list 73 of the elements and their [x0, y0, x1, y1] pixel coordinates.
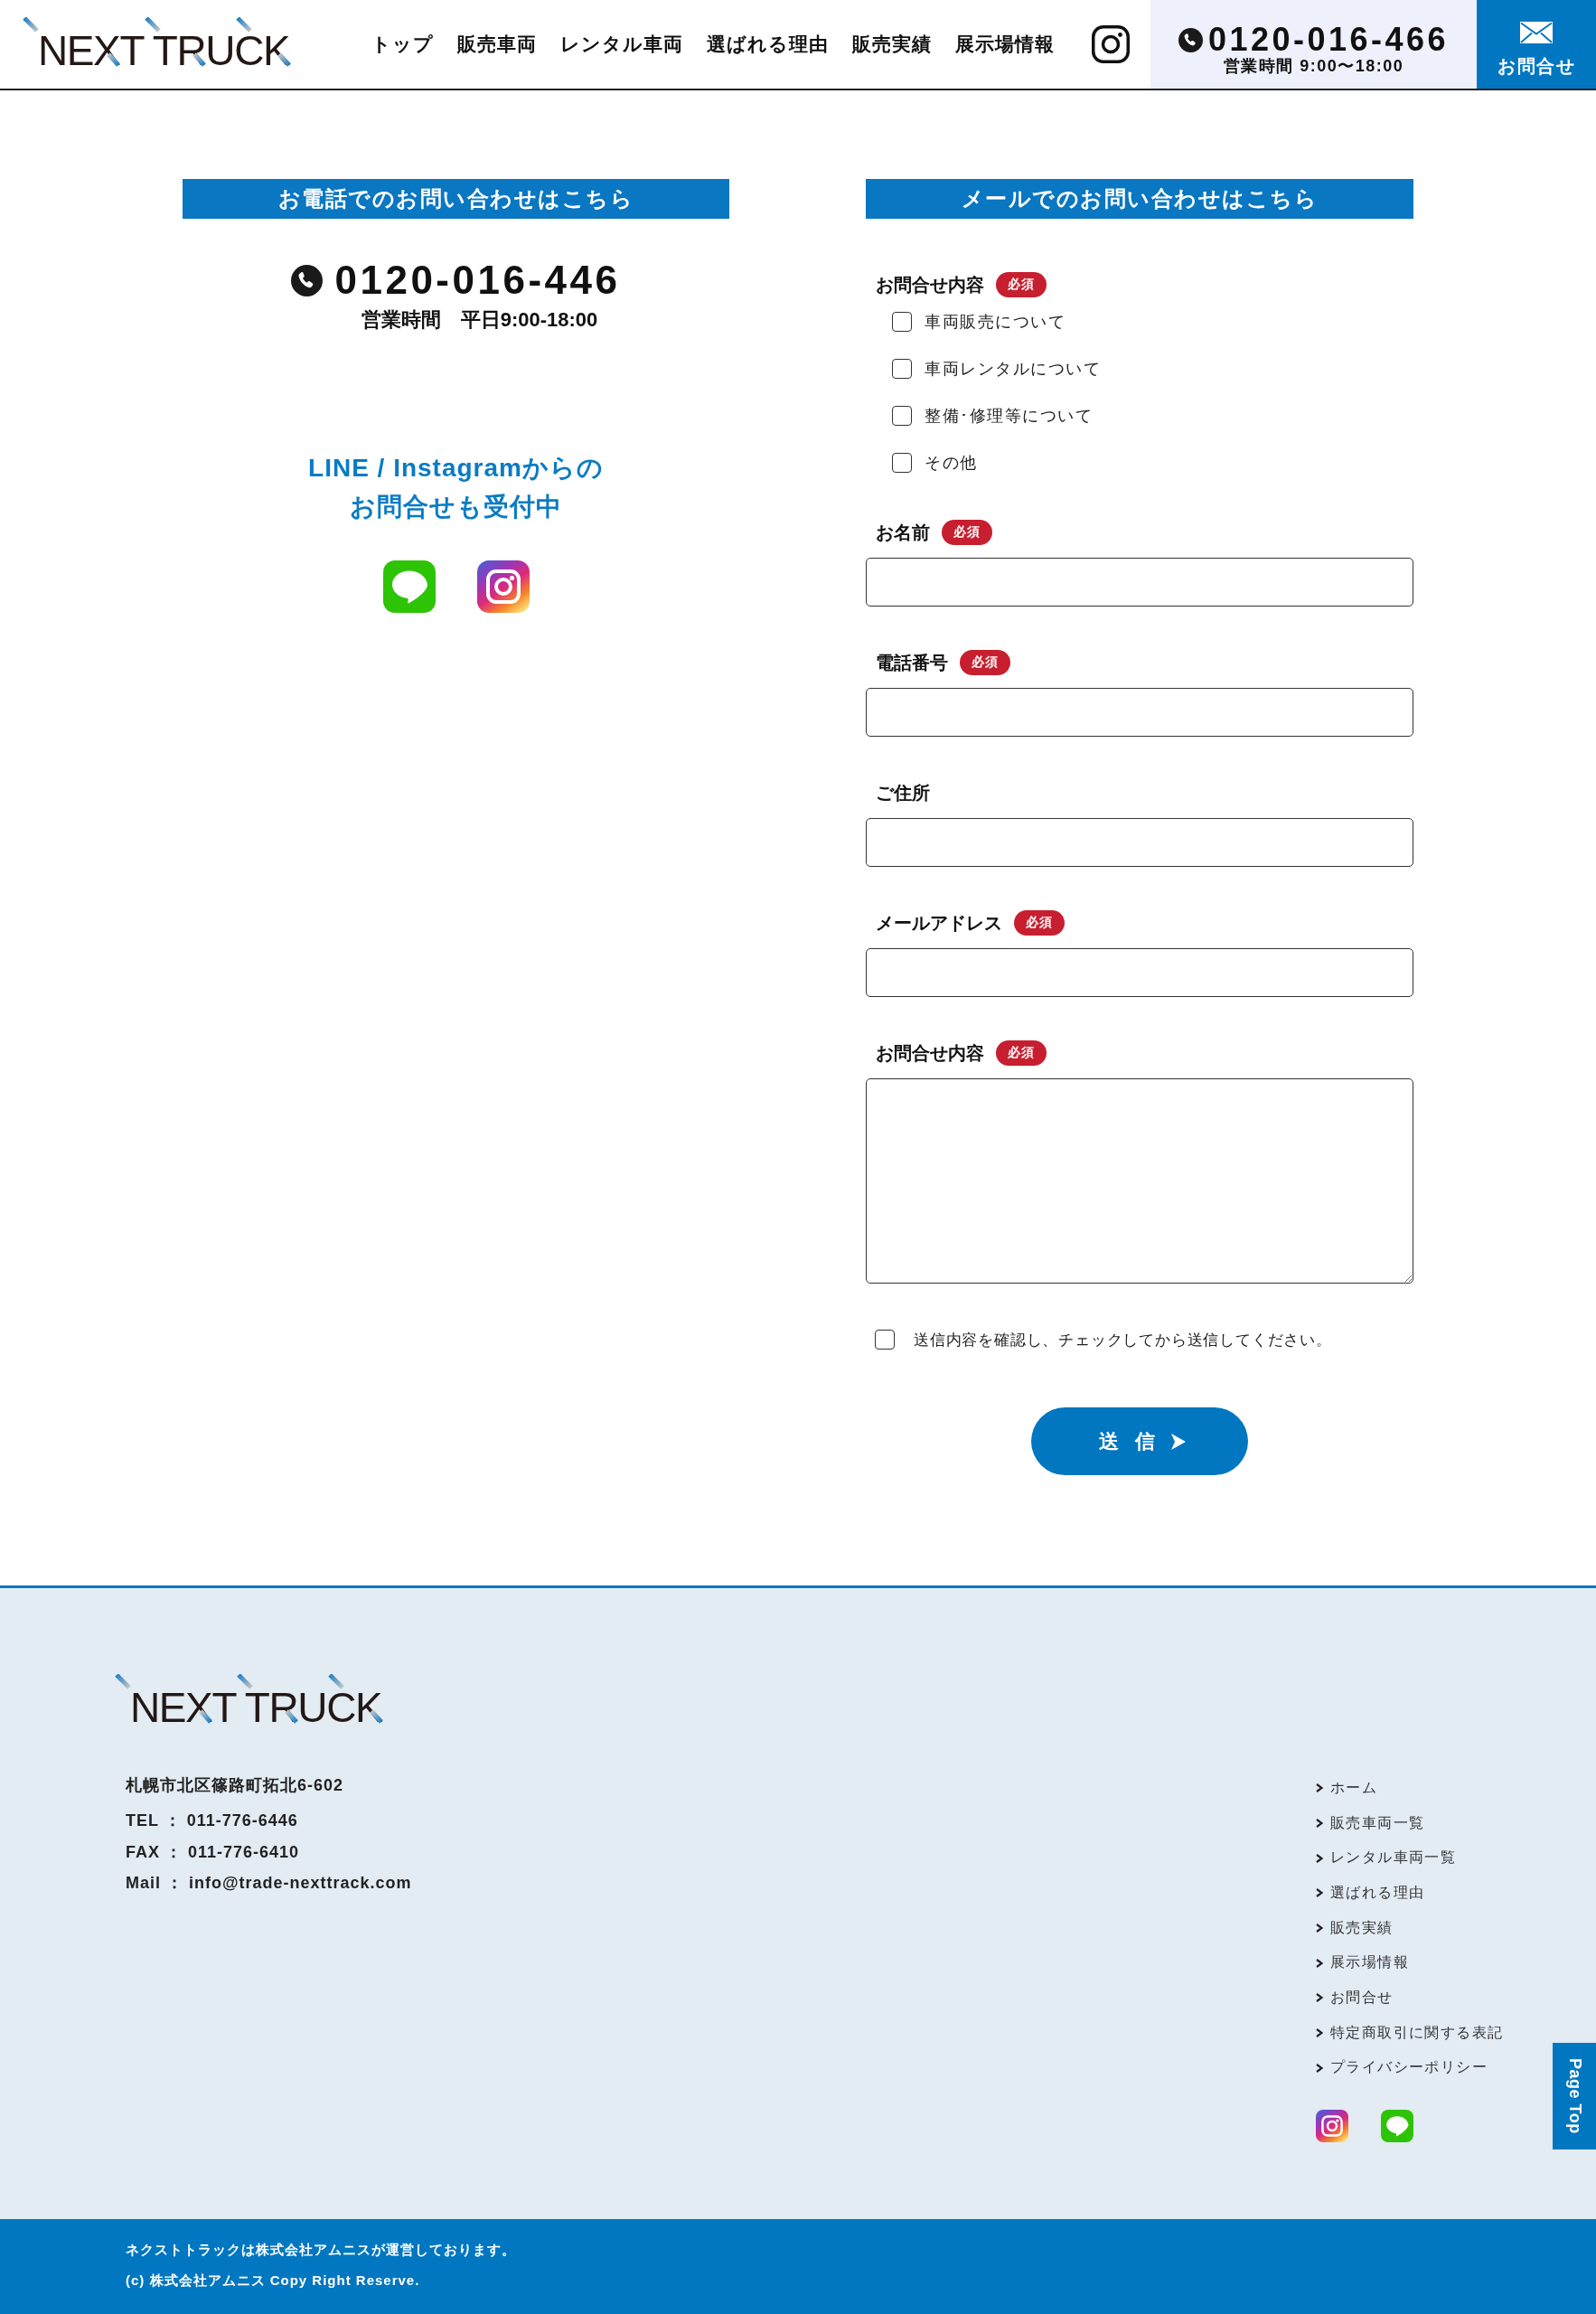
chevron-right-icon [1316, 1819, 1323, 1829]
field-label: メールアドレス [876, 911, 1002, 935]
nav-link[interactable]: トップ [371, 32, 434, 57]
checkbox[interactable] [892, 359, 912, 379]
instagram-icon[interactable] [476, 560, 530, 613]
footer-link[interactable]: お問合せ [1316, 1980, 1394, 2016]
contact-text: Mail ： info@trade-nexttrack.com [126, 1873, 412, 1894]
contact-button[interactable]: お問合せ [1477, 0, 1596, 89]
field-label: 電話番号 [876, 651, 948, 674]
footer-link[interactable]: 特定商取引に関する表記 [1316, 2015, 1504, 2051]
chevron-right-icon [1316, 2063, 1323, 2073]
textarea-field[interactable] [866, 1078, 1413, 1284]
input-field[interactable] [866, 558, 1413, 607]
footer-link[interactable]: レンタル車両一覧 [1316, 1840, 1457, 1877]
contact-text: FAX ： 011-776-6410 [126, 1841, 300, 1863]
checkbox[interactable] [875, 1330, 895, 1350]
submit-button[interactable]: 送 信 [1031, 1407, 1248, 1475]
footer-link[interactable]: 販売車両一覧 [1316, 1805, 1425, 1841]
required-badge: 必須 [960, 650, 1010, 675]
chevron-right-icon [1316, 1888, 1323, 1898]
field-label: お名前 [876, 521, 930, 544]
section-heading: お電話でのお問い合わせはこちら [183, 179, 729, 219]
checkbox-label[interactable]: 車両レンタルについて [925, 358, 1101, 380]
operator-note: ネクストトラックは株式会社アムニスが運営しております。 [126, 2241, 516, 2259]
footer-link[interactable]: 選ばれる理由 [1316, 1876, 1425, 1911]
nav-link[interactable]: 販売車両 [457, 32, 537, 57]
phone-number[interactable]: 0120-016-466 [1207, 23, 1450, 57]
chevron-right-icon [1316, 1783, 1323, 1793]
chevron-right-icon [1316, 1993, 1323, 2003]
input-field[interactable] [866, 688, 1413, 737]
sns-invitation-text: LINE / Instagramからの お問合せも受付中 [308, 453, 604, 522]
instagram-icon[interactable] [1316, 2110, 1348, 2143]
field-label: ご住所 [876, 781, 930, 804]
section-heading: メールでのお問い合わせはこちら [866, 179, 1413, 219]
business-hours: 営業時間 平日9:00-18:00 [361, 307, 598, 333]
checkbox[interactable] [892, 453, 912, 473]
chevron-right-icon [1316, 1853, 1323, 1863]
required-badge: 必須 [996, 1040, 1047, 1066]
nav-link[interactable]: 選ばれる理由 [707, 32, 829, 57]
chevron-right-icon [1316, 1958, 1323, 1968]
phone-icon [1178, 27, 1203, 52]
page-top-button[interactable]: Page Top [1553, 2043, 1596, 2149]
checkbox-label[interactable]: その他 [925, 452, 978, 474]
chevron-right-icon [1316, 2028, 1323, 2038]
footer-link[interactable]: 販売実績 [1316, 1910, 1394, 1946]
input-field[interactable] [866, 818, 1413, 867]
nav-link[interactable]: 展示場情報 [955, 32, 1055, 57]
footer-link[interactable]: プライバシーポリシー [1316, 2050, 1488, 2086]
business-hours: 営業時間 9:00〜18:00 [1223, 56, 1404, 76]
chevron-right-icon [1316, 1924, 1323, 1933]
confirmation-label[interactable]: 送信内容を確認し、チェックしてから送信してください。 [914, 1329, 1332, 1350]
address-text: 札幌市北区篠路町拓北6-602 [126, 1775, 344, 1796]
checkbox-label[interactable]: 車両販売について [925, 311, 1066, 333]
required-badge: 必須 [1014, 910, 1065, 936]
phone-icon [291, 264, 324, 296]
field-label: お問合せ内容 [876, 273, 984, 296]
input-field[interactable] [866, 948, 1413, 997]
nav-link[interactable]: 販売実績 [852, 32, 932, 57]
checkbox-label[interactable]: 整備･修理等について [925, 405, 1093, 427]
checkbox[interactable] [892, 312, 912, 332]
phone-number[interactable]: 0120-016-446 [334, 257, 621, 304]
contact-text: TEL ： 011-776-6446 [126, 1811, 298, 1831]
checkbox[interactable] [892, 406, 912, 426]
required-badge: 必須 [996, 272, 1047, 297]
nav-link[interactable]: レンタル車両 [560, 32, 683, 57]
footer-link[interactable]: 展示場情報 [1316, 1945, 1409, 1981]
mail-icon [1520, 22, 1553, 43]
instagram-icon[interactable] [1092, 25, 1130, 63]
required-badge: 必須 [942, 520, 992, 545]
footer-link[interactable]: ホーム [1316, 1771, 1378, 1806]
field-label: お問合せ内容 [876, 1041, 984, 1065]
copyright-text: (c) 株式会社アムニス Copy Right Reserve. [126, 2272, 420, 2290]
arrowhead-icon [1171, 1433, 1187, 1450]
